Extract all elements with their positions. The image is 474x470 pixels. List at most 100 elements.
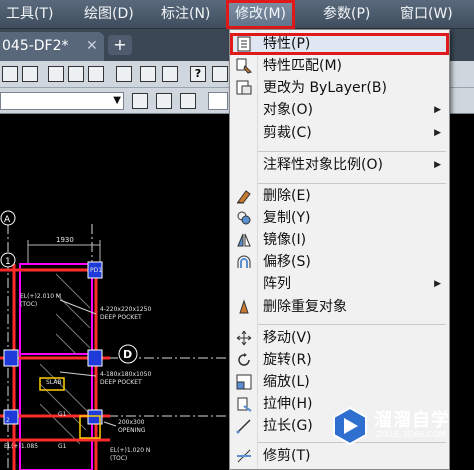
menu-item-label: 偏移(S) [263,254,311,270]
layer-previous-icon[interactable] [180,93,196,109]
calculator-icon[interactable] [162,66,178,82]
menu-item-label: 镜像(I) [263,232,307,248]
menu-item-clip[interactable]: 剪裁(C) ▶ [230,122,449,144]
label-opening: OPENING [118,427,146,434]
label-g1-a: G1 [58,411,67,418]
menu-item-label: 删除重复对象 [263,299,347,315]
menu-item-label: 更改为 ByLayer(B) [263,80,387,96]
close-icon[interactable]: ✕ [86,32,98,61]
menu-modify[interactable]: 修改(M) [226,0,296,29]
document-tab[interactable]: 045-DF2* ✕ [0,32,104,61]
erase-icon [237,190,251,204]
move-icon [236,330,252,346]
menu-parametric[interactable]: 参数(P) [323,0,370,29]
menu-item-label: 旋转(R) [263,352,312,368]
layer-icon[interactable] [212,66,228,82]
copy-icon [237,211,251,225]
document-tab-title: 045-DF2* [2,38,69,54]
menu-item-label: 拉长(G) [263,418,313,434]
menu-item-move[interactable]: 移动(V) [230,327,449,349]
watermark-logo-icon [333,406,367,446]
label-deep-pocket-1: DEEP POCKET [100,314,142,321]
menu-item-label: 特性匹配(M) [263,58,343,74]
menu-item-match-properties[interactable]: 特性匹配(M) [230,55,449,77]
menu-tools[interactable]: 工具(T) [6,0,53,29]
menu-bar: 工具(T) 绘图(D) 标注(N) 修改(M) 参数(P) 窗口(W) [0,0,474,29]
submenu-arrow-icon: ▶ [434,160,441,170]
label-slab: SLAB [46,379,62,386]
scale-icon [236,374,252,390]
label-pd1: PD1 [90,267,102,274]
submenu-arrow-icon: ▶ [434,279,441,289]
new-tab-button[interactable]: + [108,35,132,55]
menu-item-label: 注释性对象比例(O) [263,157,383,173]
menu-item-label: 缩放(L) [263,374,310,390]
menu-item-scale[interactable]: 缩放(L) [230,371,449,393]
menu-separator [258,324,446,325]
label-g1-b: G1 [58,443,67,450]
axis-label-1: 1 [5,257,11,267]
layer-match-icon[interactable] [156,93,172,109]
label-elevation-2: EL(+)1.020 N [110,447,150,454]
menu-item-label: 移动(V) [263,330,312,346]
lengthen-icon [236,419,251,434]
sheet-set-icon[interactable] [116,66,132,82]
label-elevation-1: EL(+)2.010 M [20,293,61,300]
menu-item-overkill[interactable]: 删除重复对象 [230,296,449,318]
menu-dimension[interactable]: 标注(N) [161,0,210,29]
menu-separator [258,151,446,152]
menu-item-copy[interactable]: 复制(Y) [230,207,449,229]
help-icon[interactable]: ? [190,66,206,82]
match-properties-icon [236,58,252,74]
menu-item-rotate[interactable]: 旋转(R) [230,349,449,371]
properties-icon [237,36,251,52]
zoom-previous-icon[interactable] [22,66,38,82]
menu-item-label: 对象(O) [263,102,313,118]
watermark-title: 溜溜自学 [374,410,450,431]
menu-draw[interactable]: 绘图(D) [84,0,134,29]
submenu-arrow-icon: ▶ [434,128,441,138]
watermark: 溜溜自学 ZIXUE.3D66.COM [330,406,470,446]
menu-item-erase[interactable]: 删除(E) [230,185,449,207]
label-toc-1: (TOC) [20,301,37,308]
menu-item-label: 复制(Y) [263,210,311,226]
color-dropdown[interactable] [208,92,228,110]
menu-item-label: 修剪(T) [263,448,311,464]
label-pocket-2: 4-180x180x1050 [100,371,151,378]
label-toc-2: (TOC) [110,455,127,462]
menu-item-offset[interactable]: 偏移(S) [230,251,449,273]
rotate-icon [238,353,250,366]
menu-item-mirror[interactable]: 镜像(I) [230,229,449,251]
submenu-arrow-icon: ▶ [434,105,441,115]
tool-palette-icon[interactable] [88,66,104,82]
menu-item-label: 删除(E) [263,188,311,204]
menu-item-label: 阵列 [263,276,291,292]
menu-item-object[interactable]: 对象(O) ▶ [230,99,449,121]
menu-item-label: 剪裁(C) [263,125,312,141]
properties-palette-icon[interactable] [48,66,64,82]
modify-dropdown-menu: 特性(P) 特性匹配(M) 更改为 ByLayer(B) 对象(O) ▶ 剪裁(… [229,29,450,470]
watermark-url: ZIXUE.3D66.COM [376,430,446,439]
axis-label-a: A [4,215,11,225]
menu-window[interactable]: 窗口(W) [400,0,453,29]
chevron-down-icon: ▼ [113,95,121,106]
layer-dropdown[interactable]: ▼ [0,92,124,110]
menu-item-trim[interactable]: 修剪(T) [230,445,449,467]
design-center-icon[interactable] [68,66,84,82]
menu-item-properties[interactable]: 特性(P) [230,33,449,55]
markup-icon[interactable] [140,66,156,82]
trim-icon [237,449,251,463]
dimension-label: 1930 [56,236,74,244]
layer-states-icon[interactable] [132,93,148,109]
overkill-icon [239,299,249,314]
zoom-window-icon[interactable] [2,66,18,82]
stretch-icon [237,397,252,412]
menu-item-bylayer[interactable]: 更改为 ByLayer(B) [230,77,449,99]
menu-item-annotative-scale[interactable]: 注释性对象比例(O) ▶ [230,154,449,176]
label-deep-pocket-2: DEEP POCKET [100,379,142,386]
menu-item-label: 拉伸(H) [263,396,313,412]
menu-item-array[interactable]: 阵列 ▶ [230,273,449,295]
label-opening-size: 200x300 [118,419,145,426]
label-elevation-3: EL(+)1.085 [4,443,38,450]
offset-icon [237,255,251,268]
